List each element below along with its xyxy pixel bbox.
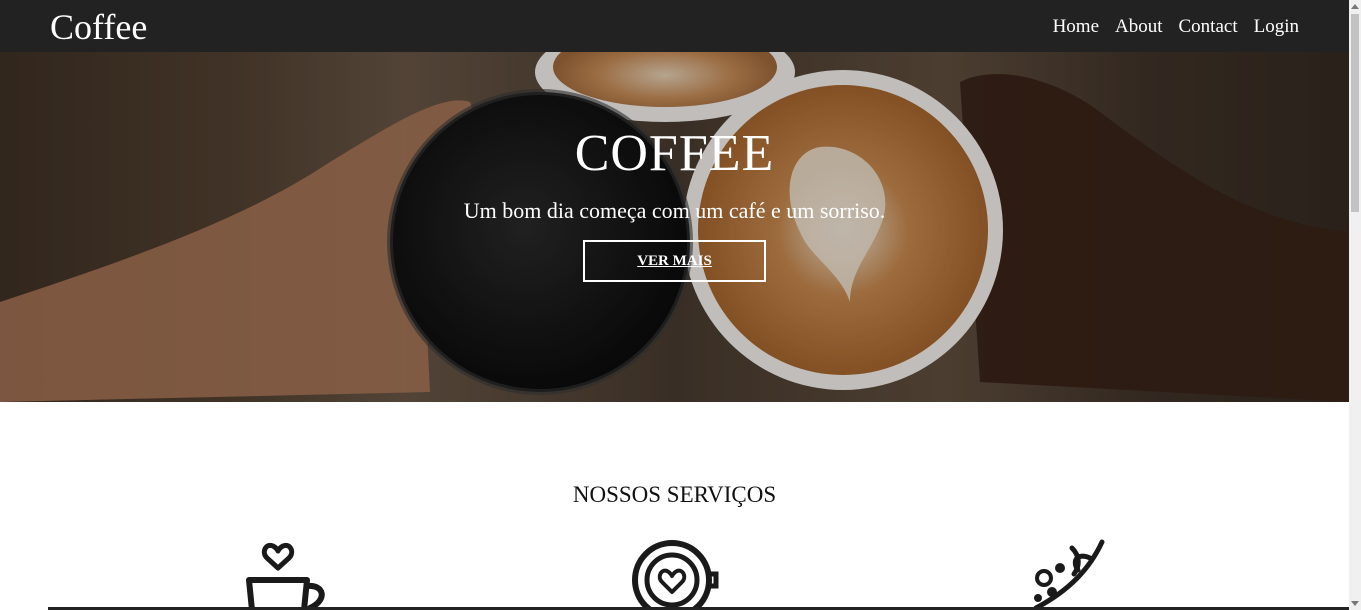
coffee-branch-icon <box>1033 539 1105 610</box>
hero-title: COFFEE <box>574 125 775 182</box>
nav-links: Home About Contact Login <box>1053 15 1299 39</box>
navbar: Coffee Home About Contact Login <box>0 0 1349 52</box>
brand-logo[interactable]: Coffee <box>50 6 147 48</box>
hero-background-image <box>0 52 1349 402</box>
scroll-up-arrow-icon[interactable] <box>1351 4 1359 9</box>
ver-mais-button[interactable]: VER MAIS <box>583 240 766 282</box>
coffee-cup-heart-icon <box>246 542 325 610</box>
hero-banner: COFFEE Um bom dia começa com um café e u… <box>0 52 1349 402</box>
services-title: NOSSOS SERVIÇOS <box>572 482 777 507</box>
page-scrollbar[interactable] <box>1349 0 1361 610</box>
nav-link-about[interactable]: About <box>1115 15 1163 39</box>
hero-subtitle: Um bom dia começa com um café e um sorri… <box>463 198 886 223</box>
scroll-down-arrow-icon[interactable] <box>1351 601 1359 606</box>
page: Coffee Home About Contact Login COFFEE U… <box>0 0 1349 610</box>
nav-link-home[interactable]: Home <box>1053 15 1099 39</box>
nav-link-contact[interactable]: Contact <box>1179 15 1238 39</box>
nav-link-login[interactable]: Login <box>1254 15 1299 39</box>
scroll-thumb[interactable] <box>1351 14 1359 212</box>
latte-art-heart-icon <box>632 540 719 610</box>
